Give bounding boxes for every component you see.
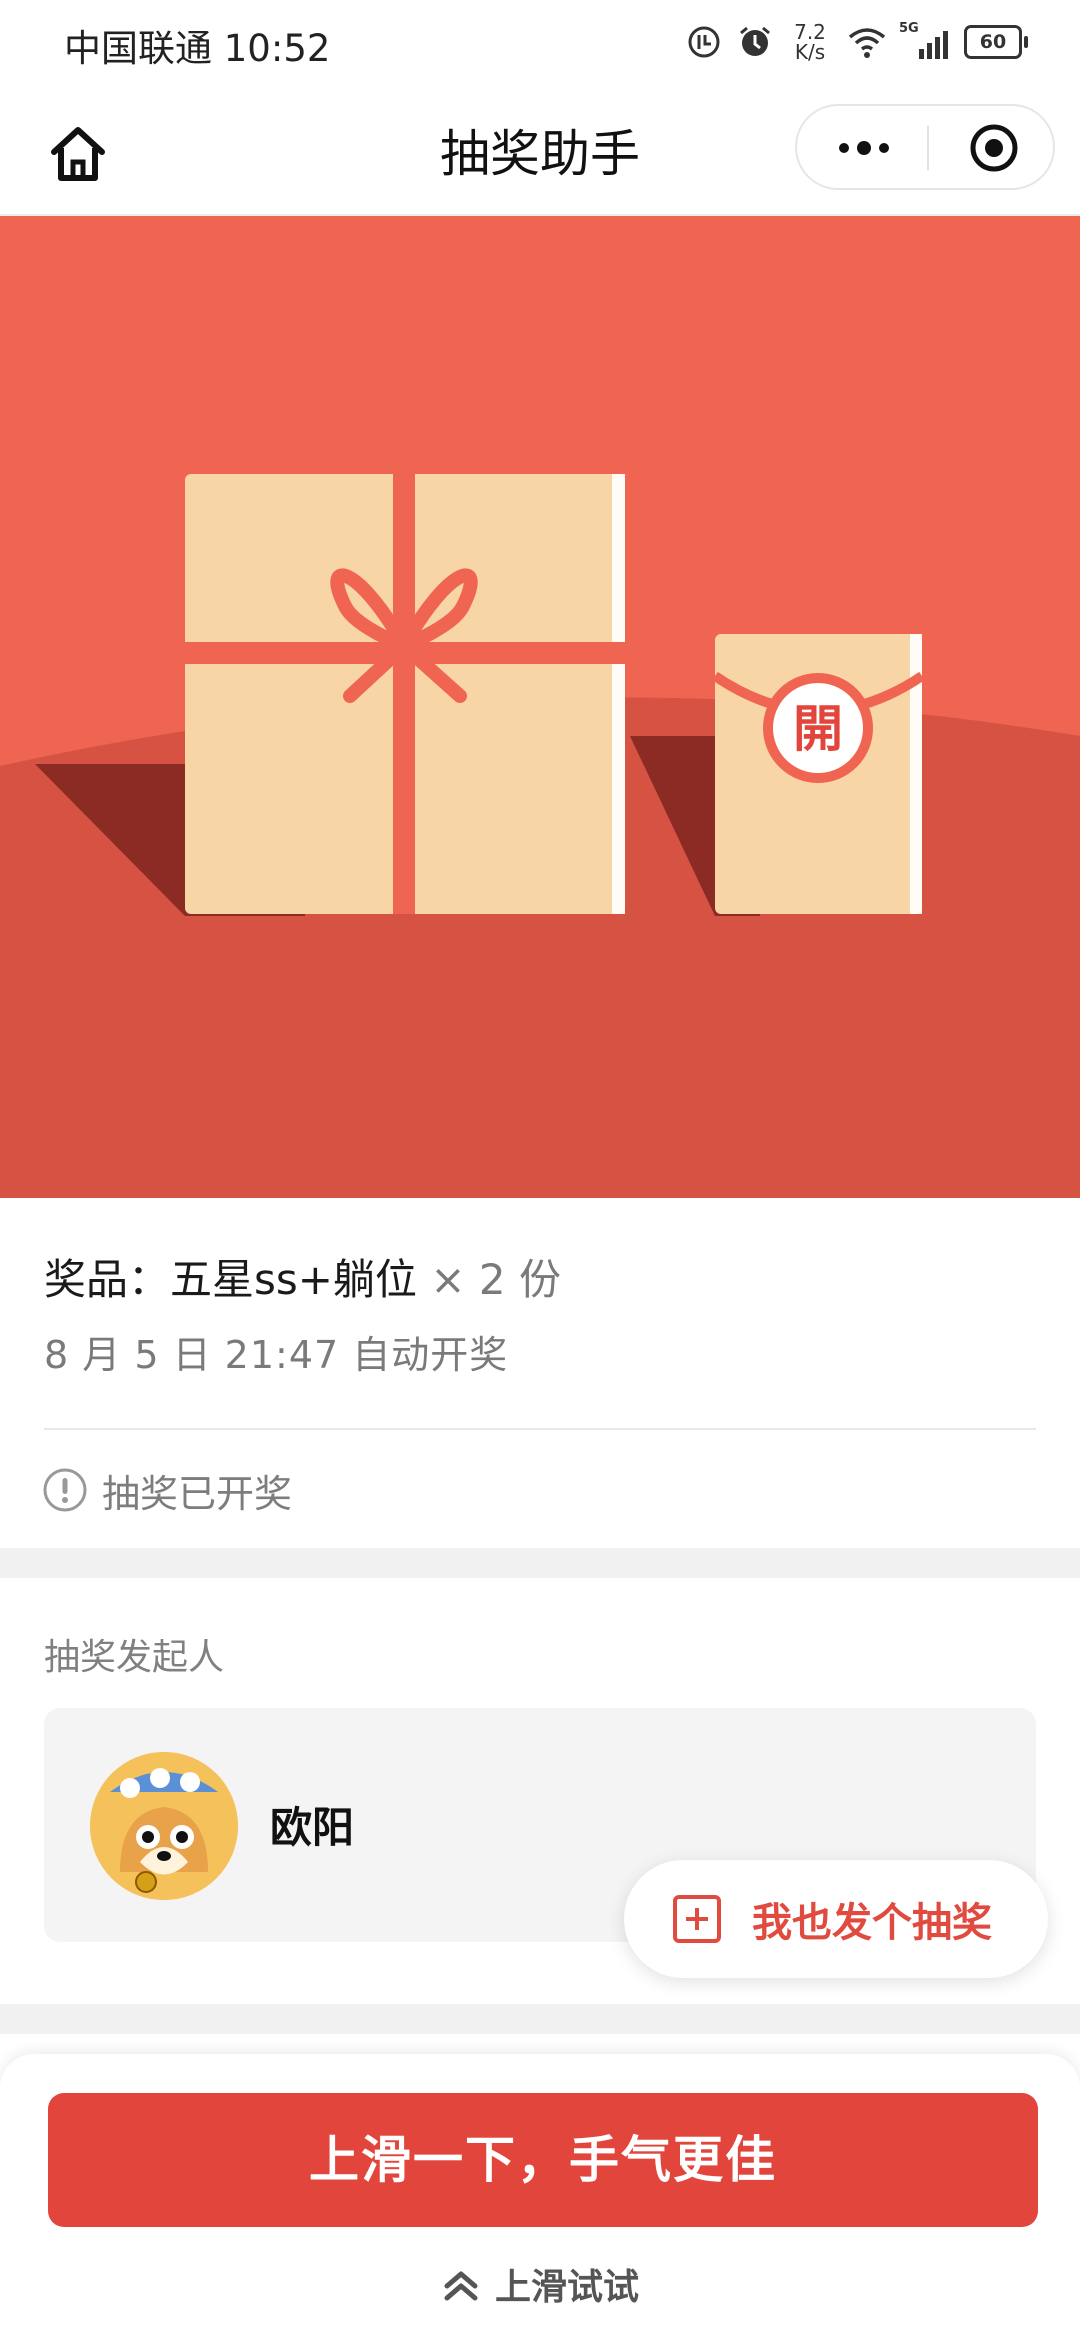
prize-banner: 開 <box>0 216 1080 1198</box>
plus-square-icon <box>673 1895 721 1943</box>
alarm-icon <box>740 26 770 56</box>
wifi-icon <box>848 28 886 58</box>
net-speed: 7.2 K/s <box>794 20 826 64</box>
signal-icon: 5G <box>899 21 948 59</box>
swipe-hint[interactable]: 上滑试试 <box>0 2258 1080 2310</box>
hd-call-icon <box>688 26 720 58</box>
status-bar: 中国联通 10:52 7.2 K/s 5G 60 <box>0 0 1080 84</box>
carrier-time: 中国联通 10:52 <box>64 18 330 72</box>
open-seal: 開 <box>793 699 843 758</box>
swipe-up-button[interactable]: 上滑一下，手气更佳 <box>48 2093 1038 2227</box>
capsule-divider <box>927 126 929 170</box>
status-icons: 7.2 K/s 5G 60 <box>687 14 1028 70</box>
prize-quantity: × 2 份 <box>430 1255 561 1304</box>
battery-icon: 60 <box>964 25 1028 59</box>
divider <box>44 1428 1036 1430</box>
gift-illustration: 開 <box>0 216 1080 1198</box>
navigation-bar: 抽奖助手 <box>0 84 1080 216</box>
initiator-section-label: 抽奖发起人 <box>44 1637 225 1678</box>
draw-time: 8 月 5 日 21:47 自动开奖 <box>44 1333 509 1377</box>
avatar-image <box>90 1752 238 1900</box>
more-dots-icon[interactable] <box>834 132 894 164</box>
swipe-hint-text: 上滑试试 <box>494 2267 639 2308</box>
target-icon[interactable] <box>969 123 1019 173</box>
avatar[interactable] <box>90 1752 238 1900</box>
prize-label: 奖品： <box>44 1255 171 1304</box>
create-lottery-button[interactable]: 我也发个抽奖 <box>624 1860 1048 1978</box>
prize-title: 奖品：五星ss+躺位 × 2 份 <box>44 1246 561 1307</box>
exclamation-icon <box>43 1468 87 1512</box>
mini-program-capsule <box>795 104 1055 190</box>
network-type: 5G <box>899 21 919 36</box>
double-chevron-up-icon <box>444 2271 478 2301</box>
draw-status-text: 抽奖已开奖 <box>102 1471 293 1516</box>
initiator-name: 欧阳 <box>270 1803 355 1852</box>
bottom-sheet: 上滑一下，手气更佳 上滑试试 <box>0 2054 1080 2340</box>
draw-status: 抽奖已开奖 <box>42 1464 292 1516</box>
carrier-name: 中国联通 <box>64 27 212 70</box>
create-lottery-label: 我也发个抽奖 <box>752 1900 992 1946</box>
section-gap <box>0 2004 1080 2034</box>
section-gap <box>0 1548 1080 1578</box>
prize-name: 五星ss+躺位 <box>170 1255 417 1304</box>
clock: 10:52 <box>223 27 331 70</box>
